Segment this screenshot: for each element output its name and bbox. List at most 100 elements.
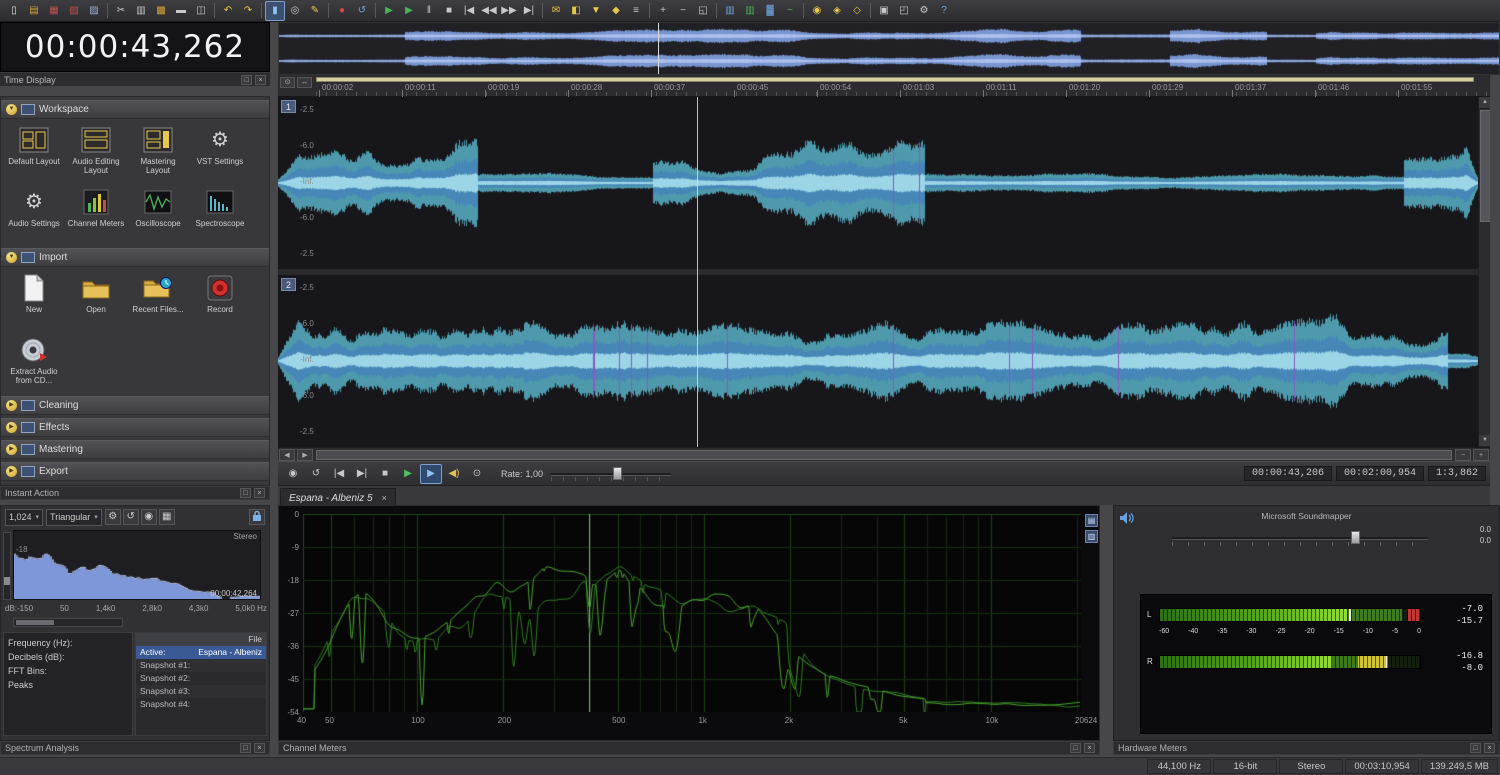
vst-settings-button[interactable]: ⚙ VST Settings — [189, 120, 251, 182]
workspace-layout-icon[interactable]: ◰ — [894, 1, 914, 21]
section-collapse-icon[interactable]: ▼ — [6, 104, 17, 115]
loop-playback-icon[interactable]: ↺ — [352, 1, 372, 21]
unlock-view-icon[interactable]: ◇ — [847, 1, 867, 21]
slider-handle[interactable] — [613, 466, 623, 480]
float-window-button[interactable]: □ — [1470, 743, 1481, 753]
snapshot-icon[interactable]: ◉ — [807, 1, 827, 21]
window-docks-icon[interactable]: ▣ — [874, 1, 894, 21]
paste-icon[interactable]: ▩ — [151, 1, 171, 21]
channel-meters-toggle-icon[interactable]: ▥ — [720, 1, 740, 21]
scrollbar-thumb[interactable] — [1480, 110, 1490, 222]
spectrum-toggle-icon[interactable]: ▓ — [760, 1, 780, 21]
section-header-export[interactable]: ▶ Export — [1, 462, 269, 481]
snapshot-row[interactable]: Snapshot #4: — [136, 698, 266, 711]
section-header-effects[interactable]: ▶ Effects — [1, 418, 269, 437]
file-save-icon[interactable]: ▦ — [44, 1, 64, 21]
stop-icon[interactable]: ■ — [439, 1, 459, 21]
snapshot-row[interactable]: Snapshot #1: — [136, 659, 266, 672]
loop-playback-button[interactable]: ↺ — [305, 464, 327, 484]
snapshot-row[interactable]: Snapshot #3: — [136, 685, 266, 698]
lock-view-icon[interactable]: ◈ — [827, 1, 847, 21]
forward-icon[interactable]: ▶▶ — [499, 1, 519, 21]
stop-button[interactable]: ■ — [374, 464, 396, 484]
channel1-waveform[interactable] — [278, 97, 1478, 269]
section-header-cleaning[interactable]: ▶ Cleaning — [1, 396, 269, 415]
auto-ripple-icon[interactable]: ≡ — [626, 1, 646, 21]
insert-region-icon[interactable]: ◆ — [606, 1, 626, 21]
insert-marker-icon[interactable]: ▼ — [586, 1, 606, 21]
window-type-select[interactable]: Triangular ▾ — [46, 508, 102, 526]
envelope-tool-icon[interactable]: ✉ — [546, 1, 566, 21]
play-all-icon[interactable]: ▶ — [379, 1, 399, 21]
close-window-button[interactable]: × — [1084, 743, 1095, 753]
oscilloscope-button[interactable]: Oscilloscope — [127, 182, 189, 244]
waveform-area[interactable]: ▲ ▼ 1 -2.5 -6.0 -Inf. -6.0 -2.5 2 -2.5 -6.0 -Inf.… — [278, 97, 1490, 447]
spectrum-hscrollbar[interactable] — [13, 618, 123, 627]
plugin-chain-icon[interactable]: ⚙ — [914, 1, 934, 21]
fader-handle[interactable] — [1351, 531, 1361, 544]
zoom-out-icon[interactable]: − — [673, 1, 693, 21]
scrollbar-track[interactable] — [316, 449, 1452, 460]
close-window-button[interactable]: × — [254, 488, 265, 498]
recent-files-button[interactable]: Recent Files... — [127, 268, 189, 330]
file-properties-icon[interactable]: ▧ — [64, 1, 84, 21]
extract-audio-cd-button[interactable]: Extract Audio from CD... — [3, 330, 65, 392]
open-button[interactable]: Open — [65, 268, 127, 330]
pause-icon[interactable]: ‖ — [419, 1, 439, 21]
magnify-tool-icon[interactable]: ◎ — [285, 1, 305, 21]
sa-settings-icon[interactable]: ⚙ — [104, 509, 121, 525]
float-window-button[interactable]: □ — [1070, 743, 1081, 753]
output-gain-fader[interactable] — [1172, 530, 1428, 546]
go-to-start-icon[interactable]: |◀ — [459, 1, 479, 21]
help-icon[interactable]: ? — [934, 1, 954, 21]
file-close-icon[interactable]: ▨ — [84, 1, 104, 21]
close-icon[interactable]: × — [382, 493, 387, 503]
hardware-meters-toggle-icon[interactable]: ▥ — [740, 1, 760, 21]
edit-tool-icon[interactable]: ▮ — [265, 0, 285, 21]
spectrum-zoom-slider[interactable] — [3, 532, 11, 600]
waveform-overview[interactable] — [278, 22, 1500, 75]
snapshot-row[interactable]: Snapshot #2: — [136, 672, 266, 685]
sa-snapshot-icon[interactable]: ◉ — [140, 509, 157, 525]
scrollbar-thumb[interactable] — [16, 620, 54, 625]
play-plugin-chain-button[interactable]: ▶ — [420, 463, 442, 484]
zoom-out-button[interactable]: − — [1455, 448, 1471, 461]
trim-icon[interactable]: ▬ — [171, 1, 191, 21]
vertical-scrollbar[interactable]: ▲ ▼ — [1478, 97, 1490, 447]
section-header-workspace[interactable]: ▼ Workspace — [1, 100, 269, 119]
cm-display-mode-button[interactable]: ▤ — [1085, 514, 1098, 527]
record-icon[interactable]: ● — [332, 1, 352, 21]
oscilloscope-toggle-icon[interactable]: ~ — [780, 1, 800, 21]
scroll-down-button[interactable]: ▼ — [1479, 435, 1490, 447]
rate-slider[interactable] — [551, 466, 672, 481]
section-expand-icon[interactable]: ▶ — [6, 400, 17, 411]
scrub-button[interactable]: ◀) — [443, 464, 465, 484]
go-to-start-button[interactable]: |◀ — [328, 464, 350, 484]
go-to-end-button[interactable]: ▶| — [351, 464, 373, 484]
cut-icon[interactable]: ✂ — [111, 1, 131, 21]
channel-meters-graph[interactable] — [303, 514, 1081, 712]
channel-2-badge[interactable]: 2 — [281, 278, 296, 291]
close-window-button[interactable]: × — [255, 74, 266, 85]
playbar-region[interactable] — [316, 77, 1474, 82]
audio-editing-layout-button[interactable]: Audio Editing Layout — [65, 120, 127, 182]
monitor-button[interactable]: ⊙ — [466, 464, 488, 484]
float-window-button[interactable]: □ — [240, 743, 251, 753]
overview-canvas[interactable] — [279, 23, 1499, 74]
float-window-button[interactable]: □ — [241, 74, 252, 85]
float-window-button[interactable]: □ — [240, 488, 251, 498]
zoom-in-button[interactable]: + — [1473, 448, 1489, 461]
snapshot-active-row[interactable]: Active: Espana - Albeniz — [136, 646, 266, 659]
pencil-tool-icon[interactable]: ✎ — [305, 1, 325, 21]
play-icon[interactable]: ▶ — [399, 1, 419, 21]
channel2-waveform[interactable] — [278, 275, 1478, 447]
default-layout-button[interactable]: Default Layout — [3, 120, 65, 182]
section-expand-icon[interactable]: ▶ — [6, 444, 17, 455]
scrollbar-thumb[interactable] — [316, 449, 1452, 460]
ruler-loop-region-icon[interactable]: ↔ — [297, 77, 312, 88]
section-header-mastering[interactable]: ▶ Mastering — [1, 440, 269, 459]
sa-grid-icon[interactable]: ▦ — [158, 509, 175, 525]
mastering-layout-button[interactable]: Mastering Layout — [127, 120, 189, 182]
spectroscope-button[interactable]: Spectroscope — [189, 182, 251, 244]
redo-icon[interactable]: ↷ — [238, 1, 258, 21]
